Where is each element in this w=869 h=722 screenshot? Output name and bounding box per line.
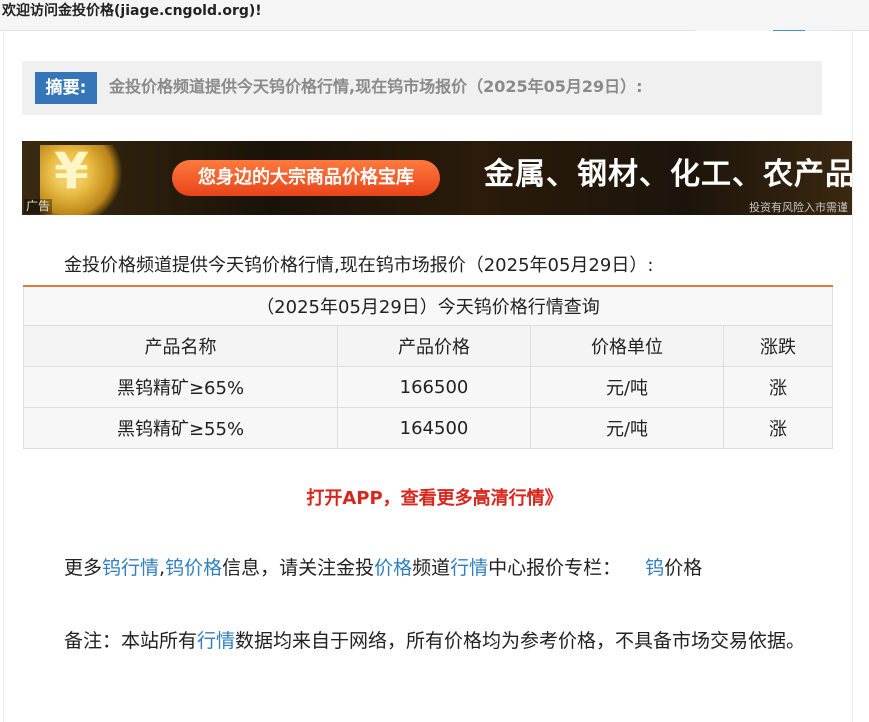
- more-info-paragraph: 更多钨行情,钨价格信息，请关注金投价格频道行情中心报价专栏： 钨价格: [64, 556, 702, 580]
- disclaimer-note: 备注：本站所有行情数据均来自于网络，所有价格均为参考价格，不具备市场交易依据。: [22, 622, 812, 660]
- summary-box: 摘要: 金投价格频道提供今天钨价格行情,现在钨市场报价（2025年05月29日）…: [22, 61, 822, 115]
- more-text: 频道: [412, 557, 451, 579]
- more-text: 信息，请关注金投: [222, 557, 375, 579]
- ad-disclaimer: 投资有风险入市需谨: [749, 201, 848, 214]
- ad-banner[interactable]: ¥ 您身边的大宗商品价格宝库 金属、钢材、化工、农产品 广告 投资有风险入市需谨: [22, 141, 852, 215]
- intro-paragraph: 金投价格频道提供今天钨价格行情,现在钨市场报价（2025年05月29日）:: [64, 255, 654, 276]
- welcome-text: 欢迎访问金投价格(jiage.cngold.org)!: [2, 3, 262, 19]
- table-caption: （2025年05月29日）今天钨价格行情查询: [23, 285, 833, 326]
- market-center-link[interactable]: 行情: [450, 557, 488, 579]
- summary-text: 金投价格频道提供今天钨价格行情,现在钨市场报价（2025年05月29日）:: [109, 77, 643, 96]
- ad-headline: 金属、钢材、化工、农产品: [484, 157, 852, 192]
- cell-unit: 元/吨: [530, 407, 724, 449]
- cell-price: 166500: [337, 366, 531, 408]
- cell-price: 164500: [337, 407, 531, 449]
- yen-icon: ¥: [54, 142, 89, 200]
- open-app-link[interactable]: 打开APP，查看更多高清行情》: [0, 487, 869, 511]
- cell-product: 黑钨精矿≥55%: [23, 407, 338, 449]
- more-text: 中心报价专栏：: [488, 557, 622, 579]
- cell-unit: 元/吨: [530, 366, 724, 408]
- table-row: 黑钨精矿≥55% 164500 元/吨 涨: [23, 407, 833, 449]
- table-row: 黑钨精矿≥65% 166500 元/吨 涨: [23, 366, 833, 408]
- ad-pill: 您身边的大宗商品价格宝库: [172, 160, 440, 196]
- price-table: （2025年05月29日）今天钨价格行情查询 产品名称 产品价格 价格单位 涨跌…: [23, 285, 833, 449]
- col-header-unit: 价格单位: [530, 325, 724, 367]
- tungsten-price-link[interactable]: 钨价格: [165, 557, 222, 579]
- market-link[interactable]: 行情: [197, 630, 235, 652]
- cell-product: 黑钨精矿≥65%: [23, 366, 338, 408]
- table-caption-row: （2025年05月29日）今天钨价格行情查询: [23, 285, 833, 326]
- tungsten-market-link[interactable]: 钨行情: [102, 557, 159, 579]
- price-channel-link[interactable]: 价格: [374, 557, 412, 579]
- ad-label: 广告: [24, 199, 53, 214]
- table-header-row: 产品名称 产品价格 价格单位 涨跌: [23, 325, 833, 367]
- top-welcome-bar: 欢迎访问金投价格(jiage.cngold.org)!: [0, 0, 869, 31]
- note-text: 备注：本站所有: [64, 630, 198, 652]
- col-header-name: 产品名称: [23, 325, 338, 367]
- tungsten-column-link[interactable]: 钨: [645, 557, 664, 579]
- col-header-change: 涨跌: [723, 325, 833, 367]
- more-text: 价格: [664, 557, 703, 579]
- note-text: 数据均来自于网络，所有价格均为参考价格，不具备市场交易依据。: [235, 630, 806, 652]
- col-header-price: 产品价格: [337, 325, 531, 367]
- summary-tag: 摘要:: [35, 72, 97, 104]
- more-text: 更多: [64, 557, 103, 579]
- cell-change: 涨: [723, 407, 833, 449]
- cell-change: 涨: [723, 366, 833, 408]
